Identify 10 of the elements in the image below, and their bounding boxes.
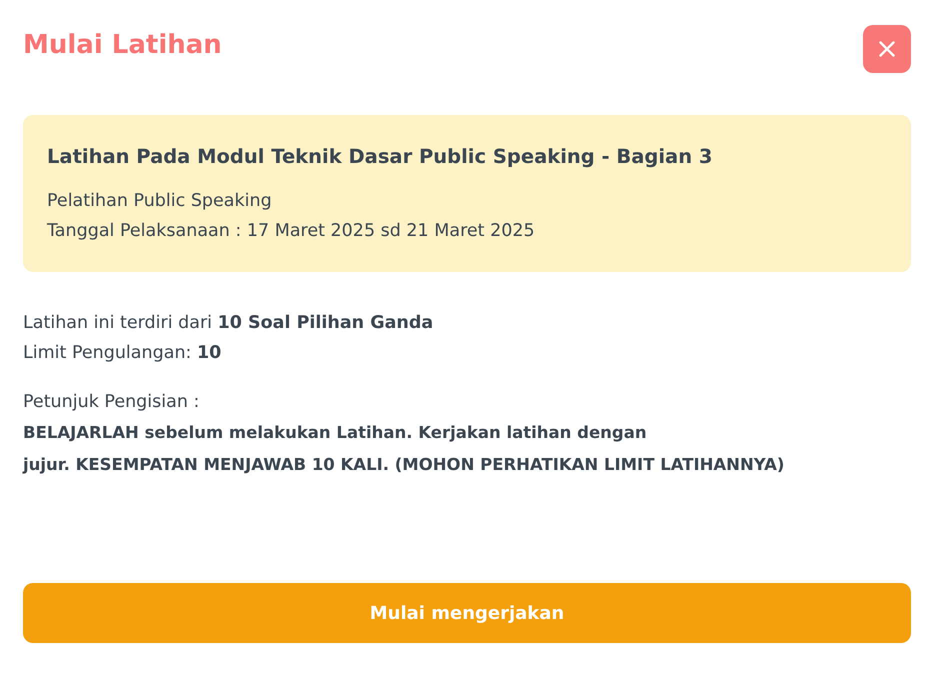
dialog-title: Mulai Latihan [23,29,222,62]
info-line: Tanggal Pelaksanaan : 17 Maret 2025 sd 21 Maret 2025 [47,220,536,243]
info-line: Pelatihan Public Speaking [47,190,273,213]
instructions-label: Petunjuk Pengisian : [23,391,200,414]
module-heading: Latihan Pada Modul Teknik Dasar Public Speaking - Bagian 3 [47,144,714,170]
instructions-text: BELAJARLAH sebelum melakukan Latihan. Kerjakan latihan dengan jujur. KESEMPATAN MENJAWAB 10 KALI. (MOHON PERHATIKAN LIMIT LATIHANNYA) [23,422,786,476]
close-button[interactable] [863,25,911,73]
detail-line: Limit Pengulangan: 10 [23,342,222,365]
detail-line: Latihan ini terdiri dari 10 Soal Pilihan Ganda [23,312,434,335]
start-button[interactable]: Mulai mengerjakan [23,583,911,643]
